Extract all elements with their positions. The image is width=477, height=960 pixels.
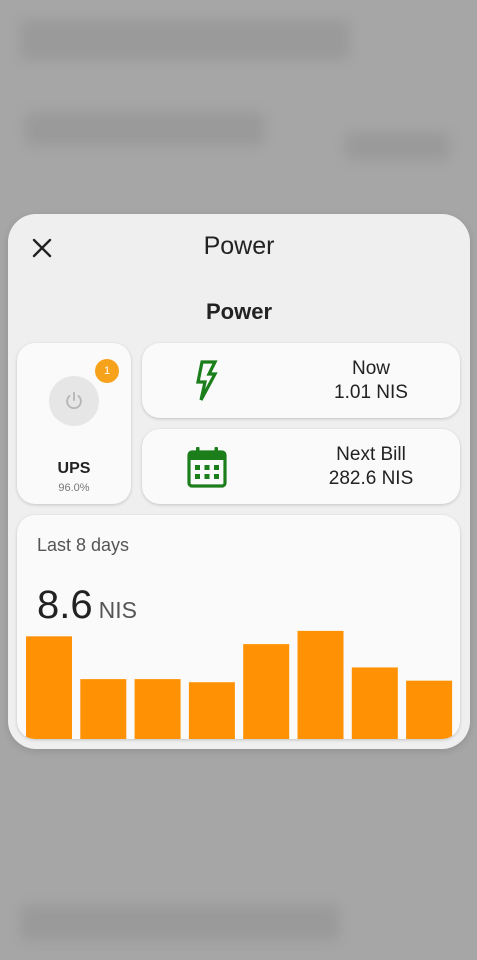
- history-bar-7: [351, 667, 398, 739]
- background-status: [345, 132, 450, 160]
- power-icon: [66, 391, 82, 410]
- history-bar-6: [297, 630, 344, 739]
- background-title: [25, 112, 265, 146]
- history-bar-chart: [26, 630, 453, 739]
- flash-icon: [196, 360, 218, 401]
- power-dialog: Power Power 1 UPS 96.0% Now 1.01 NIS Nex…: [8, 214, 470, 749]
- dialog-title: Power: [203, 232, 275, 260]
- history-bar-4: [188, 682, 235, 739]
- ups-badge: 1: [95, 359, 119, 383]
- history-bar-3: [134, 679, 181, 739]
- history-bar-8: [406, 680, 453, 739]
- now-label: Now: [351, 358, 390, 379]
- section-title: Power: [205, 299, 273, 324]
- history-card[interactable]: Last 8 days 8.6 NIS: [17, 515, 460, 739]
- history-bar-5: [243, 644, 290, 739]
- background-header: [20, 20, 350, 60]
- now-card[interactable]: Now 1.01 NIS: [142, 343, 460, 418]
- next-bill-label: Next Bill: [336, 444, 406, 465]
- ups-card[interactable]: 1 UPS 96.0%: [17, 343, 131, 504]
- next-bill-card[interactable]: Next Bill 282.6 NIS: [142, 429, 460, 504]
- ups-name: UPS: [57, 460, 91, 477]
- ups-power-button[interactable]: [49, 376, 99, 426]
- ups-percent: 96.0%: [58, 482, 90, 494]
- next-bill-value: 282.6 NIS: [328, 468, 414, 489]
- calendar-icon: [187, 447, 227, 488]
- history-bar-1: [26, 636, 72, 739]
- background-footer: [20, 905, 340, 941]
- history-bar-2: [80, 679, 127, 739]
- now-value: 1.01 NIS: [334, 382, 408, 403]
